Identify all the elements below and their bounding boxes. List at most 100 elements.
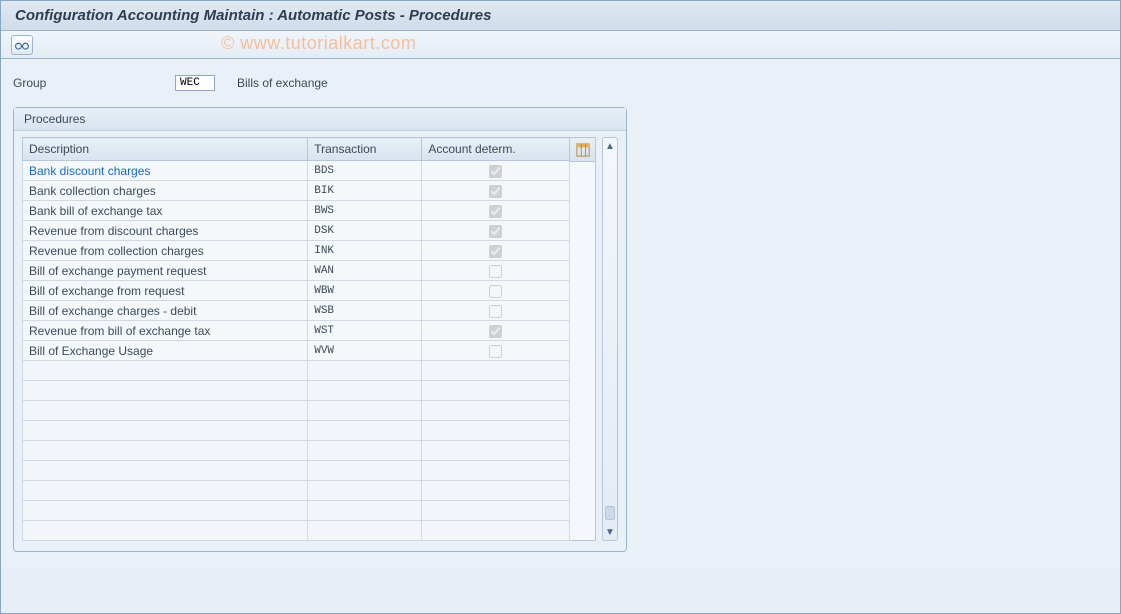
procedures-table: Description Transaction Account determ. …: [22, 137, 570, 541]
account-determ-checkbox[interactable]: [489, 225, 502, 238]
table-row[interactable]: Revenue from discount chargesDSK: [23, 221, 570, 241]
table-row[interactable]: Revenue from bill of exchange taxWST: [23, 321, 570, 341]
cell-empty: [422, 361, 570, 381]
table-row[interactable]: Bank discount charges BDS: [23, 161, 570, 181]
account-determ-checkbox[interactable]: [489, 305, 502, 318]
cell-account-determ: [422, 161, 570, 181]
cell-description[interactable]: Revenue from bill of exchange tax: [23, 321, 308, 341]
scroll-up-button[interactable]: ▲: [603, 138, 617, 154]
cell-transaction[interactable]: INK: [308, 241, 422, 261]
account-determ-checkbox[interactable]: [489, 185, 502, 198]
table-settings-button[interactable]: [570, 138, 595, 162]
cell-empty: [308, 421, 422, 441]
table-row-empty[interactable]: [23, 381, 570, 401]
cell-description[interactable]: Bill of exchange payment request: [23, 261, 308, 281]
cell-description[interactable]: Revenue from collection charges: [23, 241, 308, 261]
cell-account-determ: [422, 301, 570, 321]
cell-account-determ: [422, 201, 570, 221]
cell-empty: [308, 501, 422, 521]
row-link[interactable]: Bank discount charges: [29, 164, 150, 178]
table-row-empty[interactable]: [23, 361, 570, 381]
cell-transaction[interactable]: BIK: [308, 181, 422, 201]
column-header-account-determ[interactable]: Account determ.: [422, 138, 570, 161]
table-row[interactable]: Bill of Exchange UsageWVW: [23, 341, 570, 361]
panel-title: Procedures: [14, 108, 626, 131]
cell-transaction[interactable]: WSB: [308, 301, 422, 321]
cell-empty: [422, 461, 570, 481]
page-title: Configuration Accounting Maintain : Auto…: [1, 1, 1120, 31]
cell-empty: [308, 481, 422, 501]
table-row-empty[interactable]: [23, 441, 570, 461]
cell-empty: [422, 441, 570, 461]
table-row-empty[interactable]: [23, 521, 570, 541]
cell-description[interactable]: Bank collection charges: [23, 181, 308, 201]
cell-transaction[interactable]: BWS: [308, 201, 422, 221]
cell-empty: [308, 361, 422, 381]
account-determ-checkbox[interactable]: [489, 325, 502, 338]
account-determ-checkbox[interactable]: [489, 345, 502, 358]
table-config-column: [570, 137, 596, 541]
table-settings-icon: [576, 143, 590, 157]
cell-empty: [308, 401, 422, 421]
cell-empty: [308, 521, 422, 541]
cell-transaction[interactable]: WVW: [308, 341, 422, 361]
cell-account-determ: [422, 341, 570, 361]
content-area: Group Bills of exchange Procedures Descr…: [1, 59, 1120, 568]
scroll-grip-icon: [605, 506, 615, 520]
cell-account-determ: [422, 321, 570, 341]
group-input[interactable]: [175, 75, 215, 91]
table-row[interactable]: Bank collection chargesBIK: [23, 181, 570, 201]
cell-account-determ: [422, 241, 570, 261]
scroll-down-button[interactable]: ▼: [603, 524, 617, 540]
cell-transaction[interactable]: DSK: [308, 221, 422, 241]
cell-description[interactable]: Bill of exchange charges - debit: [23, 301, 308, 321]
table-row[interactable]: Revenue from collection chargesINK: [23, 241, 570, 261]
application-toolbar: [1, 31, 1120, 59]
group-row: Group Bills of exchange: [13, 75, 1108, 91]
cell-empty: [23, 401, 308, 421]
table-row-empty[interactable]: [23, 501, 570, 521]
cell-empty: [23, 481, 308, 501]
cell-empty: [23, 501, 308, 521]
table-row-empty[interactable]: [23, 481, 570, 501]
glasses-icon: [15, 39, 29, 51]
cell-transaction[interactable]: WST: [308, 321, 422, 341]
account-determ-checkbox[interactable]: [489, 285, 502, 298]
cell-description[interactable]: Bill of exchange from request: [23, 281, 308, 301]
table-row-empty[interactable]: [23, 461, 570, 481]
cell-empty: [23, 441, 308, 461]
cell-empty: [422, 421, 570, 441]
table-row-empty[interactable]: [23, 421, 570, 441]
cell-description[interactable]: Bill of Exchange Usage: [23, 341, 308, 361]
cell-empty: [23, 361, 308, 381]
cell-account-determ: [422, 261, 570, 281]
cell-description[interactable]: Bank bill of exchange tax: [23, 201, 308, 221]
cell-transaction[interactable]: BDS: [308, 161, 422, 181]
column-header-transaction[interactable]: Transaction: [308, 138, 422, 161]
account-determ-checkbox[interactable]: [489, 165, 502, 178]
cell-transaction[interactable]: WAN: [308, 261, 422, 281]
display-button[interactable]: [11, 35, 33, 55]
table-row[interactable]: Bill of exchange charges - debitWSB: [23, 301, 570, 321]
account-determ-checkbox[interactable]: [489, 265, 502, 278]
cell-transaction[interactable]: WBW: [308, 281, 422, 301]
procedures-panel: Procedures Description Transaction Accou…: [13, 107, 627, 552]
column-header-description[interactable]: Description: [23, 138, 308, 161]
cell-empty: [23, 461, 308, 481]
account-determ-checkbox[interactable]: [489, 205, 502, 218]
account-determ-checkbox[interactable]: [489, 245, 502, 258]
group-description: Bills of exchange: [227, 76, 328, 90]
table-row-empty[interactable]: [23, 401, 570, 421]
cell-description[interactable]: Bank discount charges: [23, 161, 308, 181]
table-row[interactable]: Bill of exchange from requestWBW: [23, 281, 570, 301]
cell-empty: [422, 381, 570, 401]
table-row[interactable]: Bank bill of exchange taxBWS: [23, 201, 570, 221]
cell-account-determ: [422, 221, 570, 241]
cell-empty: [422, 401, 570, 421]
cell-account-determ: [422, 181, 570, 201]
table-row[interactable]: Bill of exchange payment requestWAN: [23, 261, 570, 281]
cell-empty: [23, 521, 308, 541]
cell-empty: [422, 501, 570, 521]
vertical-scrollbar[interactable]: ▲ ▼: [602, 137, 618, 541]
cell-description[interactable]: Revenue from discount charges: [23, 221, 308, 241]
